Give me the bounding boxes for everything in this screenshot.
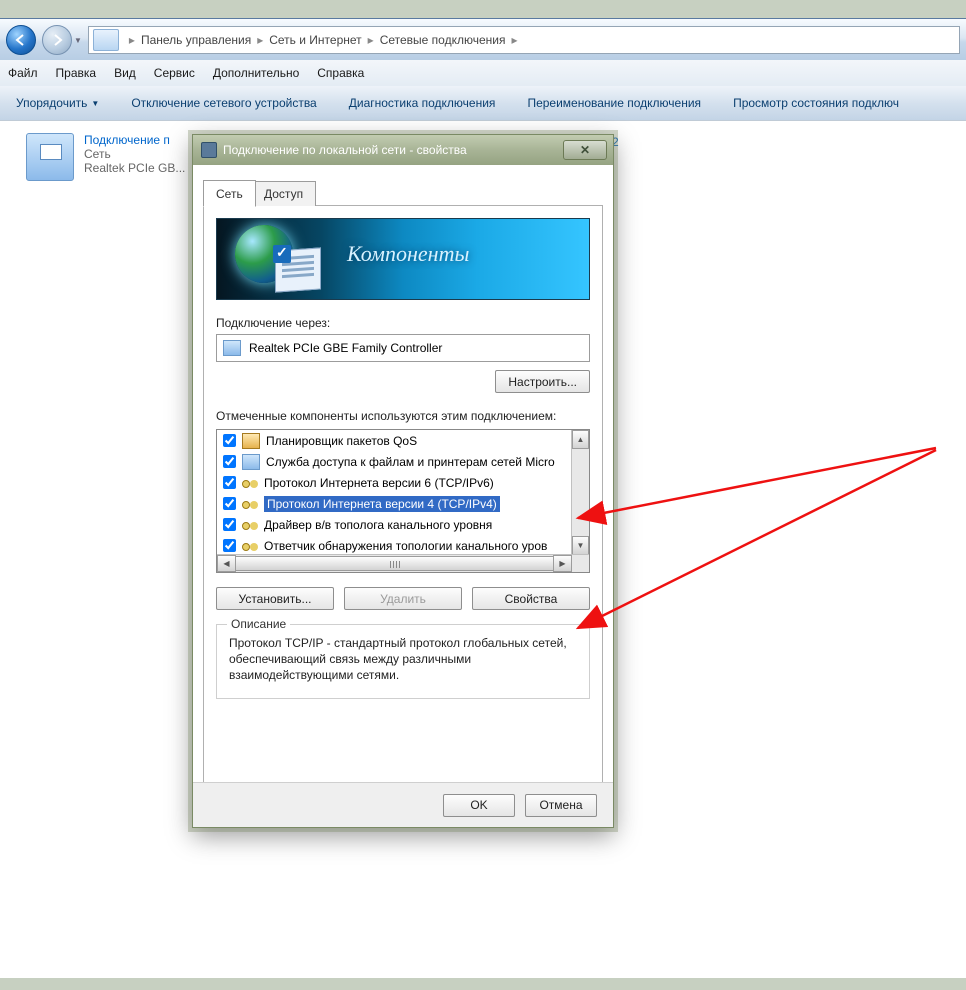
scroll-left-icon[interactable]: ◀ [217,555,236,572]
horizontal-scrollbar[interactable]: ◀ ▶ [217,554,589,572]
tab-network-label: Сеть [216,187,243,201]
prot-icon [242,539,258,553]
scroll-thumb[interactable] [235,556,554,571]
component-row[interactable]: Планировщик пакетов QoS [217,430,572,451]
breadcrumb-separator-icon: ▸ [368,33,374,47]
component-checkbox[interactable] [223,518,236,531]
component-row[interactable]: Протокол Интернета версии 4 (TCP/IPv4) [217,493,572,514]
remove-button: Удалить [344,587,462,610]
components-list-label: Отмеченные компоненты используются этим … [216,409,590,423]
menu-extra[interactable]: Дополнительно [213,66,299,80]
components-banner: Компоненты [216,218,590,300]
adapter-icon [223,340,241,356]
scroll-up-icon[interactable]: ▲ [572,430,589,449]
close-icon: ✕ [580,143,590,157]
component-row[interactable]: Драйвер в/в тополога канального уровня [217,514,572,535]
prot-icon [242,518,258,532]
breadcrumb-separator-icon: ▸ [257,33,263,47]
component-label: Ответчик обнаружения топологии канальног… [264,539,547,553]
properties-dialog: Подключение по локальной сети - свойства… [192,134,614,828]
breadcrumb-2[interactable]: Сеть и Интернет [269,33,361,47]
menu-edit[interactable]: Правка [56,66,97,80]
component-label: Планировщик пакетов QoS [266,434,417,448]
nav-dropdown-icon[interactable]: ▼ [74,36,82,45]
network-adapter-icon [26,133,74,181]
address-location-icon [93,29,119,51]
tab-row: Сеть Доступ [203,179,603,206]
rename-button[interactable]: Переименование подключения [527,96,701,110]
component-label: Служба доступа к файлам и принтерам сете… [266,455,555,469]
menu-file[interactable]: Файл [8,66,38,80]
tab-access[interactable]: Доступ [251,181,316,206]
disable-device-button[interactable]: Отключение сетевого устройства [131,96,316,110]
connection-adapter: Realtek PCIe GB... [84,161,185,175]
component-checkbox[interactable] [223,455,236,468]
nav-back-button[interactable] [6,25,36,55]
ok-button[interactable]: OK [443,794,515,817]
status-button[interactable]: Просмотр состояния подключ [733,96,899,110]
install-button[interactable]: Установить... [216,587,334,610]
nav-forward-button[interactable] [42,25,72,55]
dialog-footer: OK Отмена [193,782,613,827]
menu-service[interactable]: Сервис [154,66,195,80]
component-row[interactable]: Протокол Интернета версии 6 (TCP/IPv6) [217,472,572,493]
prot-icon [242,476,258,490]
description-text: Протокол TCP/IP - стандартный протокол г… [229,635,577,684]
connection-name[interactable]: Подключение п [84,133,170,147]
properties-button[interactable]: Свойства [472,587,590,610]
tab-network[interactable]: Сеть [203,180,256,207]
diagnose-button[interactable]: Диагностика подключения [349,96,496,110]
connection-item-1[interactable]: Подключение п Сеть Realtek PCIe GB... [26,133,185,181]
component-label: Протокол Интернета версии 4 (TCP/IPv4) [264,496,500,512]
dialog-title: Подключение по локальной сети - свойства [223,143,467,157]
address-bar[interactable]: ▸ Панель управления ▸ Сеть и Интернет ▸ … [88,26,960,54]
check-icon [273,245,291,263]
organize-label: Упорядочить [16,96,87,110]
component-row[interactable]: Служба доступа к файлам и принтерам сете… [217,451,572,472]
description-group: Описание Протокол TCP/IP - стандартный п… [216,624,590,699]
cancel-button[interactable]: Отмена [525,794,597,817]
command-bar: Упорядочить ▼ Отключение сетевого устрой… [0,86,966,121]
tab-access-label: Доступ [264,187,303,201]
component-row[interactable]: Ответчик обнаружения топологии канальног… [217,535,572,556]
banner-title: Компоненты [347,241,469,267]
scroll-right-icon[interactable]: ▶ [553,555,572,572]
menu-view[interactable]: Вид [114,66,136,80]
net-icon [242,454,260,470]
component-checkbox[interactable] [223,434,236,447]
menu-bar: Файл Правка Вид Сервис Дополнительно Спр… [0,60,966,87]
prot-icon [242,497,258,511]
scroll-down-icon[interactable]: ▼ [572,536,589,555]
sched-icon [242,433,260,449]
component-label: Протокол Интернета версии 6 (TCP/IPv6) [264,476,494,490]
breadcrumb-separator-icon: ▸ [129,33,135,47]
description-label: Описание [227,617,290,631]
dropdown-arrow-icon: ▼ [91,99,99,108]
address-bar-row: ▼ ▸ Панель управления ▸ Сеть и Интернет … [0,18,966,62]
configure-button[interactable]: Настроить... [495,370,590,393]
tab-panel: Компоненты Подключение через: Realtek PC… [203,206,603,788]
component-checkbox[interactable] [223,476,236,489]
vertical-scrollbar[interactable]: ▲ ▼ [571,430,589,555]
menu-help[interactable]: Справка [317,66,364,80]
dialog-icon [201,142,217,158]
adapter-name: Realtek PCIe GBE Family Controller [249,341,442,355]
dialog-title-bar[interactable]: Подключение по локальной сети - свойства… [193,135,613,165]
breadcrumb-separator-icon: ▸ [511,33,517,47]
adapter-field: Realtek PCIe GBE Family Controller [216,334,590,362]
components-listbox[interactable]: Планировщик пакетов QoS Служба доступа к … [216,429,590,573]
component-checkbox[interactable] [223,539,236,552]
organize-button[interactable]: Упорядочить ▼ [16,96,99,110]
close-button[interactable]: ✕ [563,140,607,160]
breadcrumb-3[interactable]: Сетевые подключения [380,33,506,47]
breadcrumb-1[interactable]: Панель управления [141,33,251,47]
connect-via-label: Подключение через: [216,316,590,330]
component-checkbox[interactable] [223,497,236,510]
component-label: Драйвер в/в тополога канального уровня [264,518,492,532]
connection-network: Сеть [84,147,111,161]
